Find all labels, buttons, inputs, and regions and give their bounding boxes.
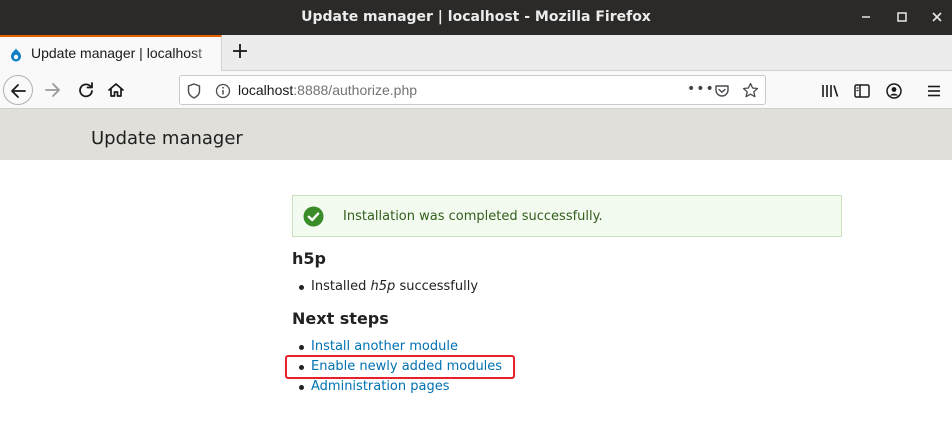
pocket-icon[interactable] [714,83,730,99]
install-another-module-link[interactable]: Install another module [311,339,458,354]
administration-pages-link[interactable]: Administration pages [311,379,450,394]
url-path: :8888/authorize.php [293,82,418,98]
account-icon[interactable] [885,82,903,100]
star-icon[interactable] [742,82,759,99]
page-title: Update manager [91,128,243,149]
tab-label: Update manager | localhost [31,45,202,61]
installed-list: Installed h5p successfully [292,277,478,297]
library-icon[interactable] [821,82,839,100]
back-arrow-icon[interactable] [3,75,33,105]
plus-icon[interactable] [229,40,251,62]
list-item: Administration pages [292,377,502,397]
close-icon[interactable] [928,8,946,26]
tab-update-manager[interactable]: Update manager | localhost [0,35,222,71]
shield-icon[interactable] [187,83,201,99]
list-item: Install another module [292,337,502,357]
window-title: Update manager | localhost - Mozilla Fir… [301,9,651,25]
info-icon[interactable] [215,83,231,99]
checkmark-icon [303,206,324,227]
bullet [299,285,304,290]
list-item: Installed h5p successfully [292,277,478,297]
tab-strip: Update manager | localhost [0,35,952,71]
installed-prefix: Installed [311,279,367,294]
maximize-icon[interactable] [893,8,911,26]
url-host: localhost [238,82,294,98]
minimize-icon[interactable] [857,8,875,26]
sidebar-icon[interactable] [853,82,871,100]
module-heading: h5p [292,249,326,268]
drupal-favicon [9,47,23,62]
page-header: Update manager [0,109,952,160]
status-message-success: Installation was completed successfully. [292,195,842,237]
home-icon[interactable] [101,75,131,105]
installed-module-name: h5p [370,279,396,294]
highlight-box [285,355,515,379]
bullet [299,345,304,350]
hamburger-menu-icon[interactable] [925,82,943,100]
status-message-text: Installation was completed successfully. [343,209,603,224]
tab-fade [191,37,221,71]
forward-arrow-icon[interactable] [38,75,68,105]
installed-suffix: successfully [399,279,479,294]
next-steps-heading: Next steps [292,309,389,328]
page-actions-button[interactable]: ••• [687,81,715,97]
window-titlebar: Update manager | localhost - Mozilla Fir… [0,0,952,35]
bullet [299,385,304,390]
address-bar[interactable]: localhost:8888/authorize.php ••• [179,75,766,105]
navigation-toolbar: localhost:8888/authorize.php ••• [0,71,952,109]
url-text[interactable]: localhost:8888/authorize.php [238,82,417,98]
reload-icon[interactable] [71,75,101,105]
